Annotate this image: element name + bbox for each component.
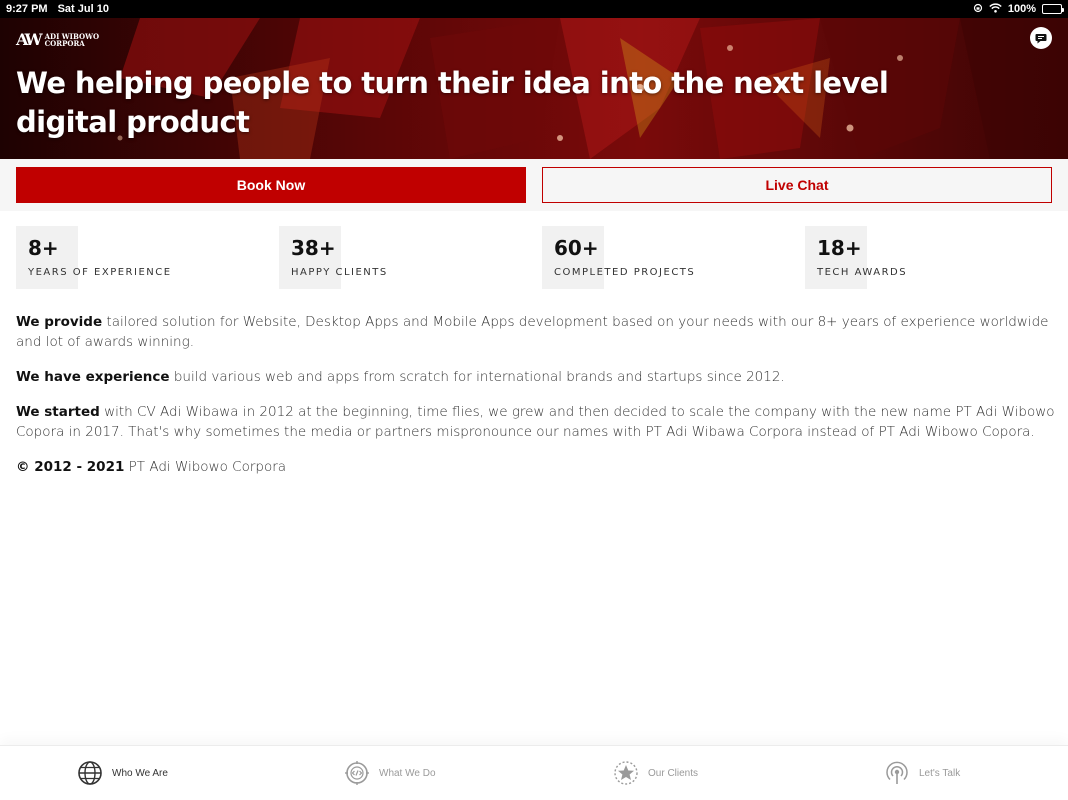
- logo-line-2: CORPORA: [44, 38, 85, 48]
- about-paragraph-experience: We have experience build various web and…: [16, 367, 1056, 387]
- paragraph-text: with CV Adi Wibawa in 2012 at the beginn…: [16, 404, 1055, 440]
- battery-icon: [1042, 4, 1064, 14]
- logo-text: ADI WIBOWO CORPORA: [45, 33, 99, 47]
- paragraph-text: build various web and apps from scratch …: [169, 369, 785, 385]
- stat-label: HAPPY CLIENTS: [291, 267, 388, 278]
- stat-number: 8+: [28, 236, 59, 260]
- broadcast-icon: [886, 761, 908, 784]
- tab-label: Let's Talk: [919, 767, 961, 779]
- about-content: We provide tailored solution for Website…: [16, 312, 1056, 492]
- copyright: © 2012 - 2021 PT Adi Wibowo Corpora: [16, 457, 1056, 477]
- tab-lets-talk[interactable]: Let's Talk: [884, 760, 960, 786]
- about-paragraph-provide: We provide tailored solution for Website…: [16, 312, 1056, 352]
- status-date: Sat Jul 10: [57, 3, 109, 15]
- battery-percent: 100%: [1007, 3, 1036, 15]
- stat-number: 18+: [817, 236, 862, 260]
- stat-number: 38+: [291, 236, 336, 260]
- tab-who-we-are[interactable]: Who We Are: [77, 760, 168, 786]
- hero-banner: AW ADI WIBOWO CORPORA We helping people …: [0, 18, 1068, 159]
- tab-what-we-do[interactable]: What We Do: [344, 760, 436, 786]
- cta-row: Book Now Live Chat: [0, 159, 1068, 211]
- copyright-company: PT Adi Wibowo Corpora: [124, 459, 287, 475]
- chat-bubble-icon[interactable]: [1030, 27, 1052, 49]
- book-now-button[interactable]: Book Now: [16, 167, 526, 203]
- bottom-tab-bar: Who We Are What We Do Our Clients Let's …: [0, 745, 1068, 800]
- copyright-years: © 2012 - 2021: [16, 459, 125, 475]
- stat-number: 60+: [554, 236, 599, 260]
- wifi-icon: [989, 2, 1002, 16]
- paragraph-text: tailored solution for Website, Desktop A…: [16, 314, 1049, 350]
- tab-label: Who We Are: [112, 767, 168, 779]
- logo-mark: AW: [16, 30, 43, 49]
- stat-label: TECH AWARDS: [817, 267, 908, 278]
- about-paragraph-started: We started with CV Adi Wibawa in 2012 at…: [16, 402, 1056, 442]
- stats-section: 8+ YEARS OF EXPERIENCE 38+ HAPPY CLIENTS…: [0, 226, 1068, 290]
- brand-logo[interactable]: AW ADI WIBOWO CORPORA: [16, 30, 99, 49]
- code-icon: [345, 761, 369, 785]
- status-time: 9:27 PM: [6, 3, 48, 15]
- globe-icon: [78, 761, 102, 785]
- live-chat-button[interactable]: Live Chat: [542, 167, 1052, 203]
- stat-label: YEARS OF EXPERIENCE: [28, 267, 172, 278]
- paragraph-lead: We provide: [16, 314, 103, 330]
- tab-our-clients[interactable]: Our Clients: [613, 760, 698, 786]
- tab-label: What We Do: [379, 767, 436, 779]
- status-bar: 9:27 PM Sat Jul 10 100%: [0, 0, 1068, 18]
- paragraph-lead: We have experience: [16, 369, 170, 385]
- paragraph-lead: We started: [16, 404, 100, 420]
- star-icon: [614, 761, 638, 785]
- stat-label: COMPLETED PROJECTS: [554, 267, 696, 278]
- hero-title: We helping people to turn their idea int…: [16, 66, 889, 139]
- rotation-lock-icon: [973, 3, 983, 16]
- tab-label: Our Clients: [648, 767, 699, 779]
